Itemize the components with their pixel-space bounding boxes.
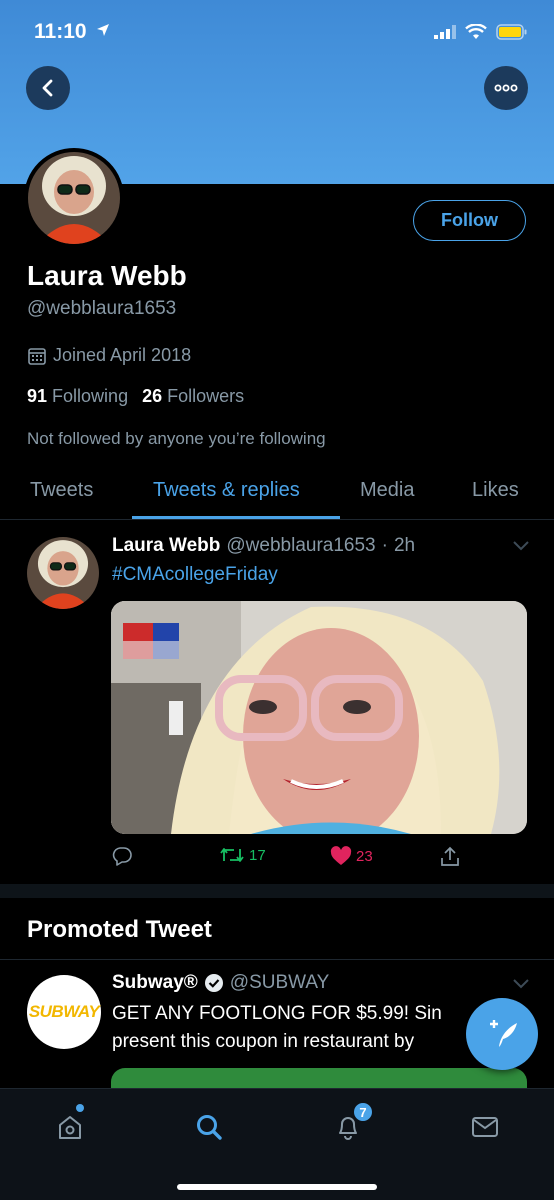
tweet-time: 2h <box>393 535 416 556</box>
tweet-actions: 17 23 <box>111 846 527 870</box>
active-tab-indicator <box>132 516 340 519</box>
followers-link[interactable]: 26 Followers <box>142 386 244 407</box>
promoted-heading: Promoted Tweet <box>27 916 212 943</box>
follow-counts: 91 Following 26 Followers <box>27 386 244 407</box>
tab-tweets-replies[interactable]: Tweets & replies <box>153 479 300 502</box>
following-link[interactable]: 91 Following <box>27 386 128 407</box>
share-button[interactable] <box>439 846 461 868</box>
reply-icon <box>112 847 132 866</box>
not-followed-text: Not followed by anyone you’re following <box>27 429 326 448</box>
retweet-button[interactable]: 17 <box>219 846 266 864</box>
chevron-left-icon <box>42 79 53 97</box>
heart-icon <box>330 846 352 865</box>
divider <box>0 959 554 960</box>
tweet-header: Laura Webb @webblaura1653 · 2h <box>112 535 415 557</box>
tweet-author-handle[interactable]: @webblaura1653 <box>226 535 375 557</box>
mail-icon <box>472 1117 498 1137</box>
profile-tabs: Tweets Tweets & replies Media Likes <box>0 470 554 520</box>
retweet-count: 17 <box>249 846 266 864</box>
wifi-icon <box>465 24 487 39</box>
chevron-down-icon[interactable] <box>512 540 530 552</box>
home-new-dot <box>76 1104 84 1112</box>
calendar-icon <box>28 347 46 365</box>
notifications-badge: 7 <box>352 1101 374 1123</box>
promoted-text-line: GET ANY FOOTLONG FOR $5.99! Sin <box>112 1003 442 1024</box>
compose-icon <box>490 1020 517 1047</box>
tab-media[interactable]: Media <box>360 479 414 502</box>
more-icon <box>494 84 518 92</box>
location-arrow-icon <box>97 24 110 36</box>
more-options-button[interactable] <box>484 66 528 110</box>
tab-tweets[interactable]: Tweets <box>30 479 93 502</box>
promoted-header: Subway® @SUBWAY <box>112 972 329 994</box>
chevron-down-icon[interactable] <box>512 978 530 990</box>
tweet-separator: · <box>381 535 388 556</box>
promoted-text: GET ANY FOOTLONG FOR $5.99! Sin present … <box>112 1000 472 1056</box>
nav-messages[interactable] <box>465 1107 505 1147</box>
signal-icon <box>434 25 456 39</box>
search-icon <box>197 1115 222 1140</box>
joined-date: Joined April 2018 <box>27 345 191 366</box>
verified-badge-icon <box>204 974 223 992</box>
subway-avatar[interactable]: SUBWAY <box>27 975 101 1049</box>
retweet-icon <box>220 848 244 862</box>
section-divider <box>0 884 554 898</box>
nav-search[interactable] <box>189 1107 229 1147</box>
tweet-avatar[interactable] <box>27 537 99 609</box>
tweet-author-name[interactable]: Laura Webb <box>112 535 220 557</box>
follow-button[interactable]: Follow <box>413 200 526 241</box>
share-icon <box>441 846 459 866</box>
reply-button[interactable] <box>111 846 133 866</box>
tweet-hashtag[interactable]: #CMAcollegeFriday <box>112 564 278 586</box>
profile-handle: @webblaura1653 <box>27 298 177 319</box>
bottom-navigation: 7 <box>0 1088 554 1200</box>
like-button[interactable]: 23 <box>330 846 373 866</box>
subway-logo-text: SUBWAY <box>28 1002 100 1021</box>
tweet-photo[interactable] <box>111 601 527 834</box>
profile-name: Laura Webb <box>27 260 187 291</box>
back-button[interactable] <box>26 66 70 110</box>
status-time: 11:10 <box>34 20 110 44</box>
tab-likes[interactable]: Likes <box>472 479 519 502</box>
profile-avatar[interactable] <box>24 148 124 248</box>
selfie-image <box>111 601 527 834</box>
nav-home[interactable] <box>50 1107 90 1147</box>
promoted-author-handle[interactable]: @SUBWAY <box>230 972 330 994</box>
avatar-image <box>28 152 120 244</box>
status-indicators <box>434 22 528 42</box>
avatar-image <box>27 537 99 609</box>
battery-icon <box>496 24 527 40</box>
promoted-text-line: present this coupon in restaurant by <box>112 1031 415 1052</box>
compose-tweet-button[interactable] <box>466 998 538 1070</box>
like-count: 23 <box>356 847 373 865</box>
home-indicator[interactable] <box>177 1184 377 1190</box>
promoted-author-name[interactable]: Subway® <box>112 972 198 994</box>
home-icon <box>59 1116 81 1139</box>
